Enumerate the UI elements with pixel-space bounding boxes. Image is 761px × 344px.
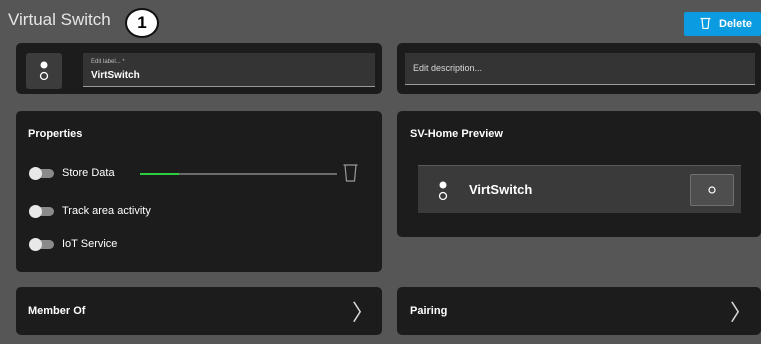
switch-icon bbox=[438, 180, 448, 207]
properties-title: Properties bbox=[28, 128, 83, 140]
store-data-label: Store Data bbox=[62, 167, 115, 179]
store-data-progress bbox=[140, 173, 337, 175]
member-of-title: Member Of bbox=[28, 305, 86, 317]
preview-title: SV-Home Preview bbox=[410, 128, 503, 140]
preview-card: SV-Home Preview VirtSwitch bbox=[397, 111, 761, 237]
properties-card: Properties Store Data Track area activit… bbox=[16, 111, 382, 272]
trash-icon bbox=[700, 17, 711, 32]
label-card: Edit label... * VirtSwitch bbox=[16, 43, 382, 94]
description-placeholder: Edit description... bbox=[413, 63, 483, 73]
label-field[interactable]: Edit label... * VirtSwitch bbox=[83, 53, 375, 87]
pairing-card[interactable]: Pairing 〉 bbox=[397, 287, 761, 335]
switch-icon[interactable] bbox=[26, 53, 62, 89]
member-of-card[interactable]: Member Of 〉 bbox=[16, 287, 382, 335]
track-area-label: Track area activity bbox=[62, 205, 151, 217]
power-icon bbox=[708, 181, 716, 199]
pairing-title: Pairing bbox=[410, 305, 448, 317]
page-title: Virtual Switch bbox=[8, 10, 111, 29]
step-badge: 1 bbox=[125, 8, 159, 38]
description-field[interactable]: Edit description... bbox=[405, 53, 755, 85]
preview-toggle-button[interactable] bbox=[690, 174, 734, 206]
preview-device-panel: VirtSwitch bbox=[418, 165, 741, 213]
label-field-caption: Edit label... * bbox=[91, 59, 125, 65]
track-area-row: Track area activity bbox=[29, 204, 151, 218]
chevron-right-icon: 〉 bbox=[352, 301, 375, 326]
iot-service-label: IoT Service bbox=[62, 238, 118, 250]
store-data-progress-fill bbox=[140, 173, 180, 175]
store-data-toggle[interactable] bbox=[29, 166, 54, 180]
chevron-right-icon: 〉 bbox=[730, 301, 753, 326]
description-card: Edit description... bbox=[397, 43, 761, 94]
store-data-row: Store Data bbox=[29, 166, 115, 180]
iot-service-toggle[interactable] bbox=[29, 237, 54, 251]
track-area-toggle[interactable] bbox=[29, 204, 54, 218]
label-field-value: VirtSwitch bbox=[91, 70, 140, 81]
delete-button[interactable]: Delete bbox=[684, 12, 761, 36]
delete-button-label: Delete bbox=[719, 18, 753, 30]
preview-device-label: VirtSwitch bbox=[469, 182, 533, 197]
iot-service-row: IoT Service bbox=[29, 237, 118, 251]
trash-icon[interactable] bbox=[343, 164, 358, 187]
